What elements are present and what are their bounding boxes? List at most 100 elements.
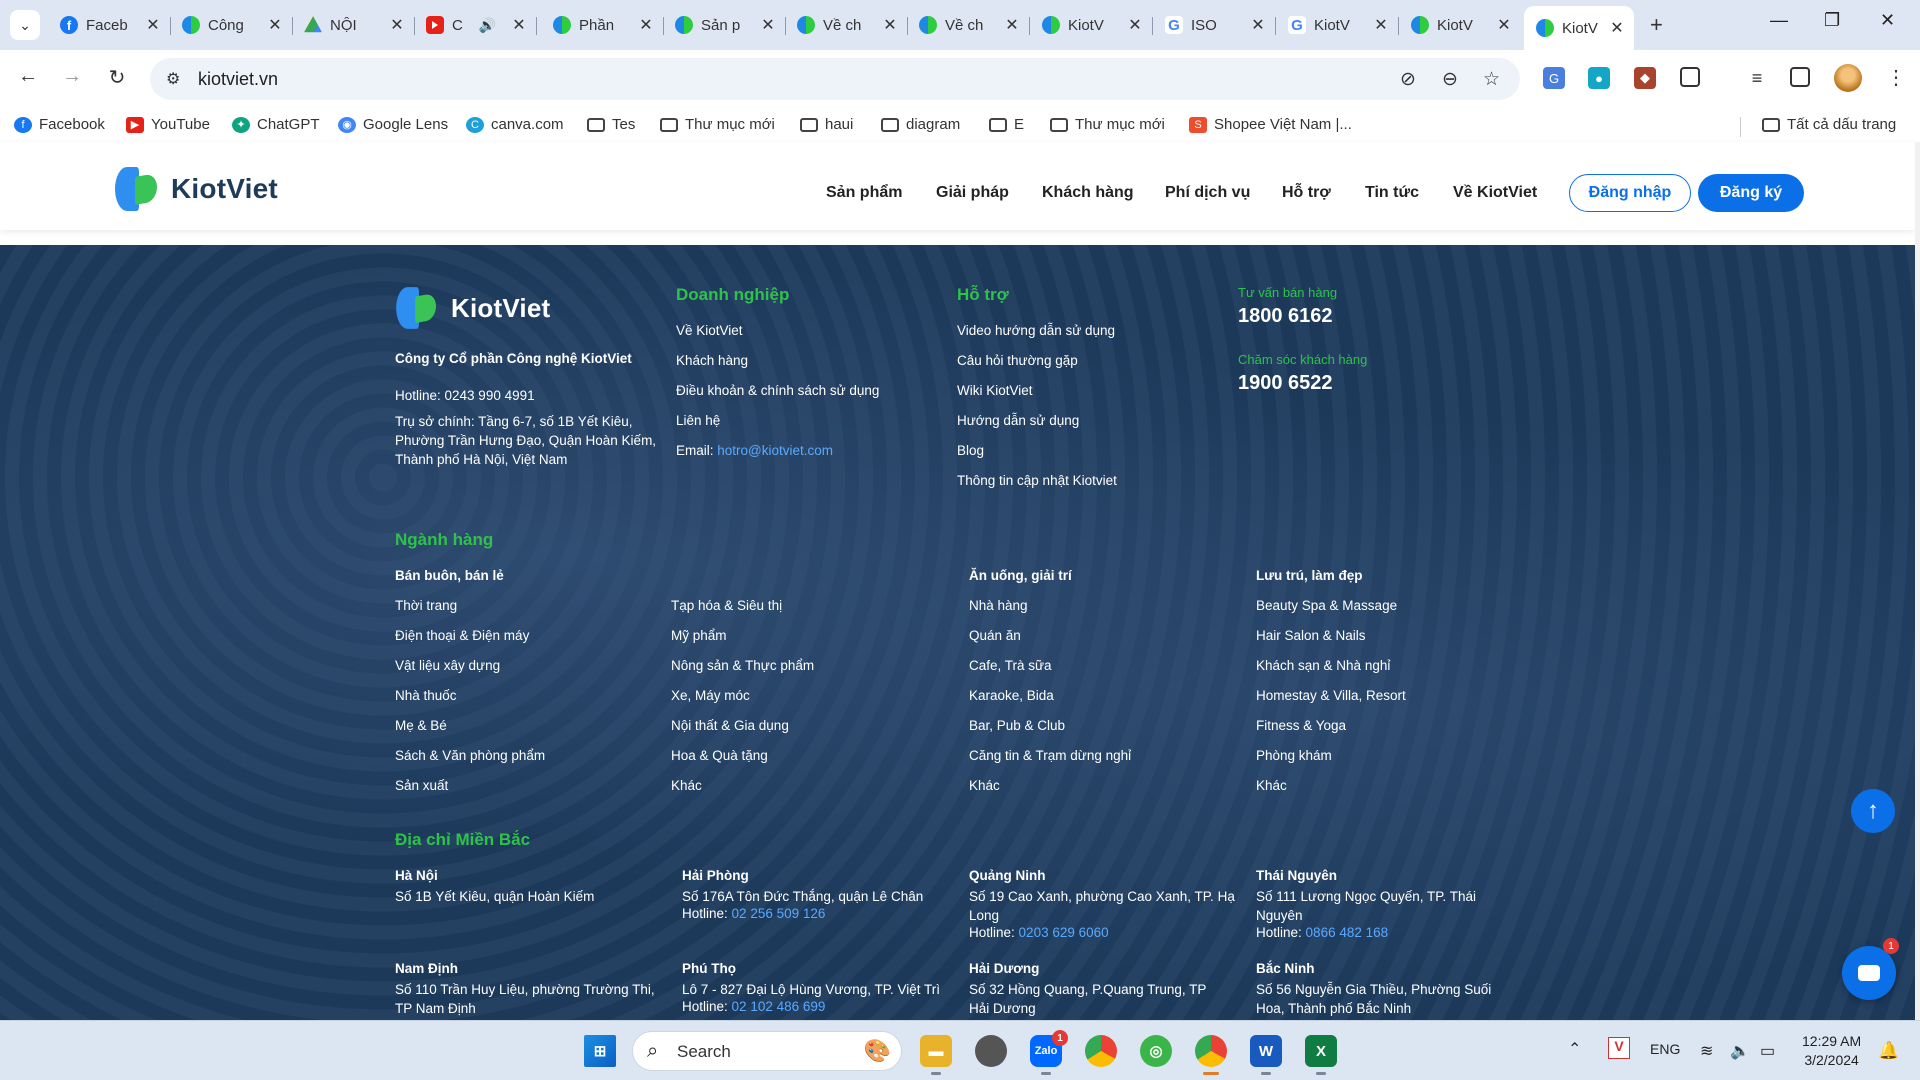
- volume-icon[interactable]: 🔈: [1730, 1041, 1750, 1061]
- sales-phone[interactable]: 1800 6162: [1238, 305, 1333, 328]
- bookmark-folder[interactable]: Tes: [587, 116, 635, 133]
- screen-recorder-extension-icon[interactable]: ●: [1588, 67, 1610, 89]
- footer-link[interactable]: Wiki KiotViet: [957, 383, 1033, 398]
- translate-extension-icon[interactable]: G: [1543, 67, 1565, 89]
- industry-link[interactable]: Khách sạn & Nhà nghỉ: [1256, 658, 1390, 673]
- footer-link[interactable]: Hướng dẫn sử dụng: [957, 413, 1079, 428]
- footer-link[interactable]: Khách hàng: [676, 353, 748, 368]
- footer-link[interactable]: Thông tin cập nhật Kiotviet: [957, 473, 1117, 488]
- shield-extension-icon[interactable]: ◆: [1634, 67, 1656, 89]
- industry-link[interactable]: Hoa & Quà tặng: [671, 748, 768, 763]
- close-tab-icon[interactable]: ✕: [637, 15, 655, 35]
- language-indicator[interactable]: ENG: [1650, 1041, 1680, 1057]
- zalo-icon[interactable]: Zalo 1: [1030, 1030, 1068, 1075]
- browser-tab[interactable]: Công ✕: [170, 8, 293, 42]
- bookmark-folder[interactable]: haui: [800, 116, 853, 133]
- industry-link[interactable]: Beauty Spa & Massage: [1256, 598, 1397, 613]
- industry-link[interactable]: Tạp hóa & Siêu thị: [671, 598, 782, 613]
- browser-tab[interactable]: Về ch ✕: [907, 8, 1030, 42]
- bookmark-folder[interactable]: diagram: [881, 116, 960, 133]
- industry-link[interactable]: Khác: [969, 778, 1000, 793]
- industry-link[interactable]: Homestay & Villa, Resort: [1256, 688, 1406, 703]
- close-tab-icon[interactable]: ✕: [388, 15, 406, 35]
- back-button[interactable]: ←: [14, 65, 42, 88]
- industry-link[interactable]: Nhà thuốc: [395, 688, 457, 703]
- extensions-icon[interactable]: [1680, 67, 1700, 87]
- browser-tab[interactable]: Sản p ✕: [663, 8, 786, 42]
- industry-link[interactable]: Nhà hàng: [969, 598, 1028, 613]
- browser-tab[interactable]: NỘI ✕: [292, 8, 415, 42]
- word-icon[interactable]: W: [1250, 1035, 1282, 1075]
- industry-link[interactable]: Điện thoại & Điện máy: [395, 628, 529, 643]
- footer-link[interactable]: Blog: [957, 443, 984, 458]
- nav-item-pricing[interactable]: Phí dịch vụ: [1165, 184, 1250, 202]
- industry-link[interactable]: Cafe, Trà sữa: [969, 658, 1052, 673]
- profile-avatar[interactable]: [1834, 64, 1862, 92]
- close-tab-icon[interactable]: ✕: [266, 15, 284, 35]
- close-tab-icon[interactable]: ✕: [881, 15, 899, 35]
- industry-link[interactable]: Nội thất & Gia dụng: [671, 718, 789, 733]
- footer-link[interactable]: Điều khoản & chính sách sử dụng: [676, 383, 879, 398]
- footer-logo[interactable]: KiotViet: [395, 286, 550, 330]
- site-info-icon[interactable]: ⚙: [166, 69, 186, 89]
- industry-link[interactable]: Thời trang: [395, 598, 457, 613]
- browser-tab[interactable]: Phần ✕: [541, 8, 664, 42]
- industry-link[interactable]: Mẹ & Bé: [395, 718, 447, 733]
- industry-link[interactable]: Mỹ phẩm: [671, 628, 727, 643]
- chrome-icon[interactable]: [1085, 1035, 1117, 1067]
- kiotviet-logo[interactable]: KiotViet: [115, 167, 278, 211]
- industry-link[interactable]: Sản xuất: [395, 778, 448, 793]
- industry-link[interactable]: Quán ăn: [969, 628, 1021, 643]
- office-phone-link[interactable]: 02 102 486 699: [732, 999, 826, 1014]
- more-menu-icon[interactable]: ⋮: [1882, 65, 1910, 90]
- browser-tab[interactable]: G KiotV ✕: [1276, 8, 1399, 42]
- taskbar-search[interactable]: ⌕ Search 🎨: [632, 1031, 902, 1071]
- bookmark-item[interactable]: f Facebook: [14, 116, 105, 133]
- tab-search-button[interactable]: ⌄: [10, 10, 40, 40]
- browser-tab[interactable]: KiotV ✕: [1030, 8, 1153, 42]
- nav-item-news[interactable]: Tin tức: [1365, 184, 1419, 202]
- industry-link[interactable]: Xe, Máy móc: [671, 688, 750, 703]
- office-phone-link[interactable]: 0203 629 6060: [1019, 925, 1109, 940]
- new-tab-button[interactable]: +: [1650, 12, 1663, 38]
- notification-bell-icon[interactable]: 🔔: [1878, 1041, 1899, 1061]
- footer-link[interactable]: Video hướng dẫn sử dụng: [957, 323, 1115, 338]
- browser-tab-active[interactable]: KiotV ✕: [1524, 6, 1634, 50]
- industry-link[interactable]: Khác: [671, 778, 702, 793]
- app-circle-icon[interactable]: [975, 1035, 1007, 1067]
- system-clock[interactable]: 12:29 AM 3/2/2024: [1802, 1032, 1861, 1070]
- industry-link[interactable]: Fitness & Yoga: [1256, 718, 1346, 733]
- close-tab-icon[interactable]: ✕: [144, 15, 162, 35]
- bookmark-folder[interactable]: Thư mục mới: [660, 116, 775, 133]
- bookmark-item[interactable]: ✦ ChatGPT: [232, 116, 320, 133]
- footer-link[interactable]: Câu hỏi thường gặp: [957, 353, 1078, 368]
- restore-button[interactable]: ❐: [1824, 10, 1840, 31]
- industry-link[interactable]: Phòng khám: [1256, 748, 1332, 763]
- footer-link[interactable]: Liên hệ: [676, 413, 720, 428]
- close-tab-icon[interactable]: ✕: [1003, 15, 1021, 35]
- signup-button[interactable]: Đăng ký: [1698, 174, 1804, 212]
- industry-link[interactable]: Căng tin & Trạm dừng nghỉ: [969, 748, 1131, 763]
- browser-tab[interactable]: f Faceb ✕: [48, 8, 171, 42]
- industry-link[interactable]: Nông sản & Thực phẩm: [671, 658, 814, 673]
- industry-link[interactable]: Hair Salon & Nails: [1256, 628, 1366, 643]
- all-bookmarks-folder[interactable]: Tất cả dấu trang: [1762, 116, 1896, 133]
- bookmark-item[interactable]: ◉ Google Lens: [338, 116, 448, 133]
- industry-link[interactable]: Sách & Văn phòng phẩm: [395, 748, 545, 763]
- nav-item-customers[interactable]: Khách hàng: [1042, 184, 1134, 202]
- url-text[interactable]: kiotviet.vn: [198, 69, 278, 90]
- industry-link[interactable]: Bar, Pub & Club: [969, 718, 1065, 733]
- office-phone-link[interactable]: 02 256 509 126: [732, 906, 826, 921]
- close-tab-icon[interactable]: ✕: [1495, 15, 1513, 35]
- close-tab-icon[interactable]: ✕: [1249, 15, 1267, 35]
- file-explorer-icon[interactable]: ▬: [920, 1035, 952, 1075]
- care-phone[interactable]: 1900 6522: [1238, 372, 1333, 395]
- chat-widget-button[interactable]: [1842, 946, 1896, 1000]
- bookmark-folder[interactable]: Thư mục mới: [1050, 116, 1165, 133]
- close-tab-icon[interactable]: ✕: [759, 15, 777, 35]
- close-tab-icon[interactable]: ✕: [1608, 18, 1626, 38]
- bookmark-folder[interactable]: E: [989, 116, 1024, 133]
- industry-link[interactable]: Vật liệu xây dựng: [395, 658, 500, 673]
- forward-button[interactable]: →: [58, 65, 86, 88]
- page-scrollbar[interactable]: [1915, 142, 1920, 1022]
